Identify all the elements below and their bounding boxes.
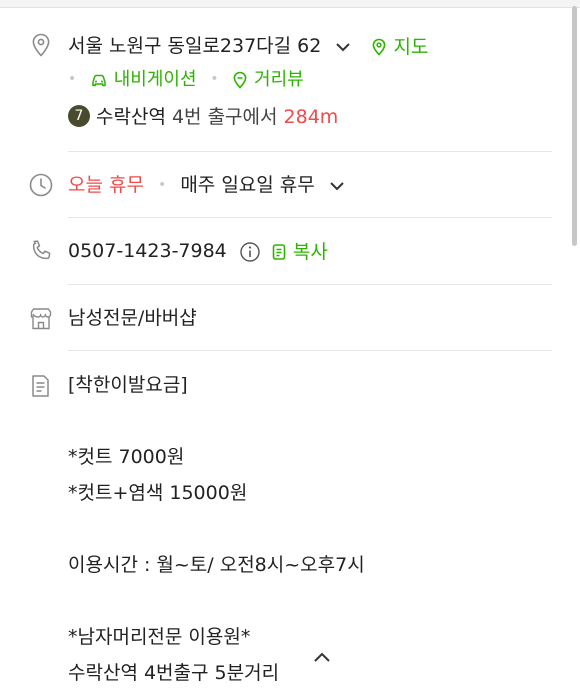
navigation-link[interactable]: 내비게이션 [90,69,202,90]
map-pin-icon [373,38,386,56]
streetview-link[interactable]: 거리뷰 [232,69,304,90]
address-text: 서울 노원구 동일로237다길 62 [68,35,322,57]
chevron-down-icon[interactable] [335,41,351,53]
copy-icon [272,244,286,260]
hours-line: 오늘 휴무 • 매주 일요일 휴무 [68,172,345,200]
section-divider [68,350,552,351]
map-label: 지도 [393,35,429,58]
subway-line-badge: 7 [68,104,90,127]
store-icon [30,308,52,330]
subway-exit-text: 4번 출구에서 [171,106,278,128]
info-icon[interactable] [239,241,261,263]
subway-distance: 284m [283,106,339,128]
top-divider [0,0,580,8]
category-line: 남성전문/바버샵 [68,305,197,331]
phone-line: 0507-1423-7984 복사 [68,238,328,265]
copy-label: 복사 [292,240,328,263]
chevron-up-icon[interactable] [313,651,331,665]
phone-icon [32,240,51,260]
map-link[interactable]: 지도 [371,34,428,60]
hours-status: 오늘 휴무 [68,174,144,196]
copy-button[interactable]: 복사 [271,239,328,265]
subway-line: 7 수락산역 4번 출구에서 284m [68,104,338,130]
streetview-pin-icon [233,71,247,89]
scrollbar[interactable] [572,6,577,246]
chevron-down-icon[interactable] [329,180,345,192]
car-icon [92,74,106,87]
category-text: 남성전문/바버샵 [68,307,197,329]
clock-icon [29,173,53,197]
separator-dot: • [158,177,167,193]
phone-number[interactable]: 0507-1423-7984 [68,240,227,262]
streetview-label: 거리뷰 [254,69,304,90]
section-divider [68,151,552,152]
hours-detail: 매주 일요일 휴무 [180,174,315,196]
subway-station: 수락산역 [96,106,166,128]
address-line: 서울 노원구 동일로237다길 62 지도 [68,33,428,60]
section-divider [68,217,552,218]
separator-dot: • [210,71,219,87]
location-pin-icon [32,33,50,57]
description-text: [착한이발요금] *컷트 7000원 *컷트+염색 15000원 이용시간 : … [68,374,365,684]
document-icon [32,375,49,397]
address-links-line: • 내비게이션 • 거리뷰 [68,67,304,94]
section-divider [68,284,552,285]
separator-dot: • [68,71,77,87]
navigation-label: 내비게이션 [113,69,197,90]
